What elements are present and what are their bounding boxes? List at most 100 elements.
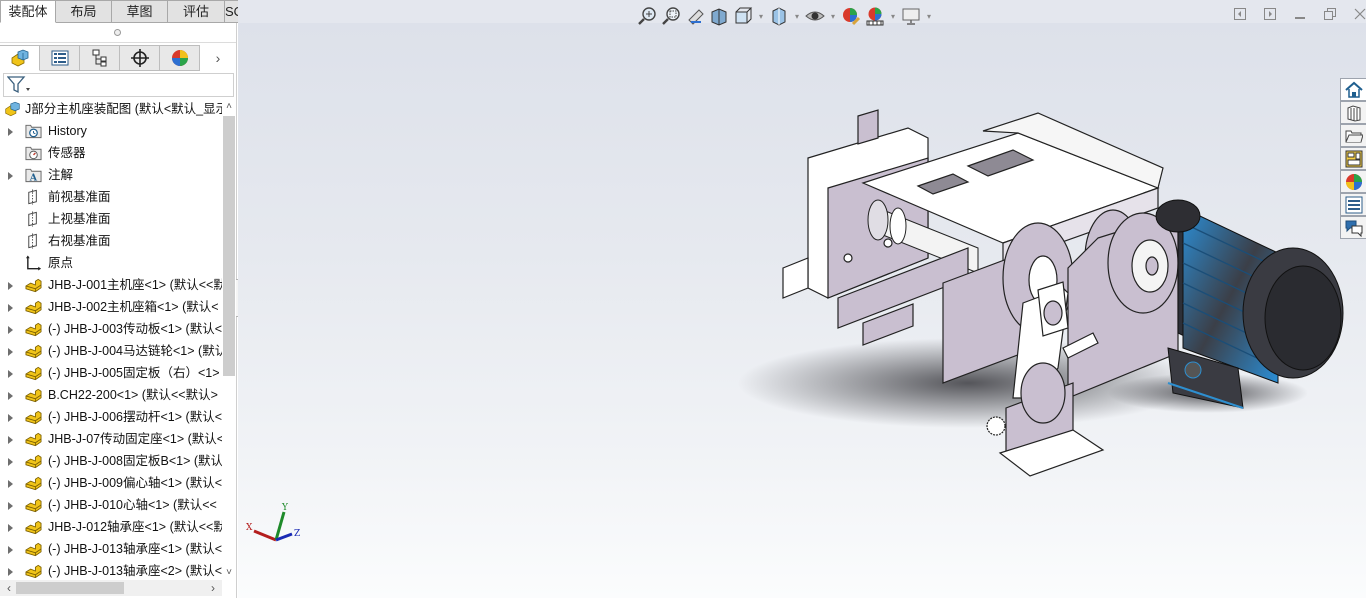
tree-item[interactable]: 上视基准面 <box>0 208 222 230</box>
scroll-down-arrow[interactable]: ˅ <box>222 566 236 580</box>
tree-item[interactable]: (-) JHB-J-013轴承座<1> (默认< <box>0 538 222 560</box>
expand-arrow-icon[interactable] <box>8 546 13 554</box>
close-button[interactable] <box>1352 6 1366 22</box>
view-orientation-button[interactable] <box>732 5 754 27</box>
hide-show-items-dropdown[interactable]: ▾ <box>828 5 838 27</box>
panel-grip[interactable] <box>0 23 236 43</box>
zoom-to-fit-button[interactable] <box>636 5 658 27</box>
tree-item[interactable]: (-) JHB-J-013轴承座<2> (默认< <box>0 560 222 578</box>
view-settings-dropdown[interactable]: ▾ <box>924 5 934 27</box>
featuremanager-tab[interactable] <box>0 45 40 71</box>
task-pane-forum-tab[interactable] <box>1340 216 1366 239</box>
tree-item-label: 右视基准面 <box>48 234 111 248</box>
tree-item[interactable]: JHB-J-001主机座<1> (默认<<默 <box>0 274 222 296</box>
display-style-dropdown[interactable]: ▾ <box>792 5 802 27</box>
apply-scene-dropdown[interactable]: ▾ <box>888 5 898 27</box>
tree-filter-bar[interactable] <box>3 73 234 97</box>
expand-arrow-icon[interactable] <box>8 326 13 334</box>
restore-button[interactable] <box>1322 6 1338 22</box>
expand-arrow-icon[interactable] <box>8 414 13 422</box>
history-folder-icon <box>25 123 42 139</box>
expand-arrow-icon[interactable] <box>8 304 13 312</box>
feature-manager-panel: › J部分主机座装配图 (默认<默认_显示 History 传感器 A 注解 前视基准面… <box>0 23 237 598</box>
displaymanager-tab[interactable] <box>160 45 200 71</box>
tree-item[interactable]: JHB-J-002主机座箱<1> (默认< <box>0 296 222 318</box>
dimxpertmanager-tab[interactable] <box>120 45 160 71</box>
folder-icon <box>1345 130 1363 142</box>
tree-item[interactable]: History <box>0 120 222 142</box>
task-pane-resources-tab[interactable] <box>1340 78 1366 101</box>
hide-show-items-button[interactable] <box>804 5 826 27</box>
view-orientation-icon <box>735 7 753 24</box>
tree-item[interactable]: JHB-J-07传动固定座<1> (默认< <box>0 428 222 450</box>
task-pane-file-explorer-tab[interactable] <box>1340 124 1366 147</box>
property-list-icon <box>1345 196 1362 213</box>
tree-item[interactable]: (-) JHB-J-009偏心轴<1> (默认< <box>0 472 222 494</box>
task-pane-appearances-tab[interactable] <box>1340 170 1366 193</box>
tree-item[interactable]: 右视基准面 <box>0 230 222 252</box>
view-settings-button[interactable] <box>900 5 922 27</box>
configurationmanager-tab[interactable] <box>80 45 120 71</box>
tile-right-button[interactable] <box>1262 6 1278 22</box>
tree-item[interactable]: (-) JHB-J-010心轴<1> (默认<< <box>0 494 222 516</box>
tree-item[interactable]: (-) JHB-J-003传动板<1> (默认< <box>0 318 222 340</box>
graphics-area[interactable]: X Y Z <box>238 23 1366 598</box>
part-icon <box>25 365 42 381</box>
manager-tabs-next-button[interactable]: › <box>200 45 236 71</box>
assembly-model-render[interactable] <box>738 108 1358 498</box>
edit-appearance-button[interactable] <box>840 5 862 27</box>
tree-item[interactable]: 传感器 <box>0 142 222 164</box>
tree-item[interactable]: JHB-J-012轴承座<1> (默认<<默 <box>0 516 222 538</box>
expand-arrow-icon[interactable] <box>8 524 13 532</box>
previous-view-button[interactable] <box>684 5 706 27</box>
task-pane-tabs <box>1340 78 1366 239</box>
zoom-to-area-button[interactable] <box>660 5 682 27</box>
expand-arrow-icon[interactable] <box>8 370 13 378</box>
apply-scene-button[interactable] <box>864 5 886 27</box>
expand-arrow-icon[interactable] <box>8 480 13 488</box>
expand-arrow-icon[interactable] <box>8 128 13 136</box>
section-view-button[interactable] <box>708 5 730 27</box>
triad-y-label: Y <box>281 503 289 513</box>
expand-arrow-icon[interactable] <box>8 392 13 400</box>
task-pane-custom-properties-tab[interactable] <box>1340 193 1366 216</box>
expand-arrow-icon[interactable] <box>8 568 13 576</box>
manager-tabs: › <box>0 45 236 71</box>
tree-item[interactable]: (-) JHB-J-008固定板B<1> (默认 <box>0 450 222 472</box>
tree-item[interactable]: (-) JHB-J-006摆动杆<1> (默认< <box>0 406 222 428</box>
expand-arrow-icon[interactable] <box>8 502 13 510</box>
tree-vertical-scrollbar[interactable]: ˄ ˅ <box>222 98 236 580</box>
tree-root-assembly[interactable]: J部分主机座装配图 (默认<默认_显示 <box>0 98 222 120</box>
minimize-button[interactable] <box>1292 6 1308 22</box>
tab-evaluate[interactable]: 评估 <box>168 0 225 23</box>
tree-item[interactable]: (-) JHB-J-004马达链轮<1> (默认 <box>0 340 222 362</box>
scroll-left-arrow[interactable]: ‹ <box>2 580 16 596</box>
tree-item[interactable]: 前视基准面 <box>0 186 222 208</box>
scroll-right-arrow[interactable]: › <box>206 580 220 596</box>
tree-item[interactable]: (-) JHB-J-005固定板（右）<1> <box>0 362 222 384</box>
task-pane-design-library-tab[interactable] <box>1340 101 1366 124</box>
part-icon <box>25 343 42 359</box>
tile-left-button[interactable] <box>1232 6 1248 22</box>
scroll-thumb[interactable] <box>223 116 235 376</box>
tab-assembly[interactable]: 装配体 <box>0 0 56 23</box>
tree-item[interactable]: A 注解 <box>0 164 222 186</box>
scroll-up-arrow[interactable]: ˄ <box>222 100 236 114</box>
filter-icon <box>7 76 30 94</box>
propertymanager-tab[interactable] <box>40 45 80 71</box>
tree-item-label: JHB-J-002主机座箱<1> (默认< <box>48 300 219 314</box>
expand-arrow-icon[interactable] <box>8 172 13 180</box>
expand-arrow-icon[interactable] <box>8 282 13 290</box>
display-style-button[interactable] <box>768 5 790 27</box>
tab-layout[interactable]: 布局 <box>56 0 112 23</box>
hscroll-thumb[interactable] <box>16 582 124 594</box>
expand-arrow-icon[interactable] <box>8 458 13 466</box>
tree-item[interactable]: B.CH22-200<1> (默认<<默认> <box>0 384 222 406</box>
tab-sketch[interactable]: 草图 <box>112 0 168 23</box>
view-orientation-dropdown[interactable]: ▾ <box>756 5 766 27</box>
tree-item[interactable]: 原点 <box>0 252 222 274</box>
tree-horizontal-scrollbar[interactable]: ‹ › <box>0 580 222 596</box>
expand-arrow-icon[interactable] <box>8 348 13 356</box>
task-pane-view-palette-tab[interactable] <box>1340 147 1366 170</box>
expand-arrow-icon[interactable] <box>8 436 13 444</box>
